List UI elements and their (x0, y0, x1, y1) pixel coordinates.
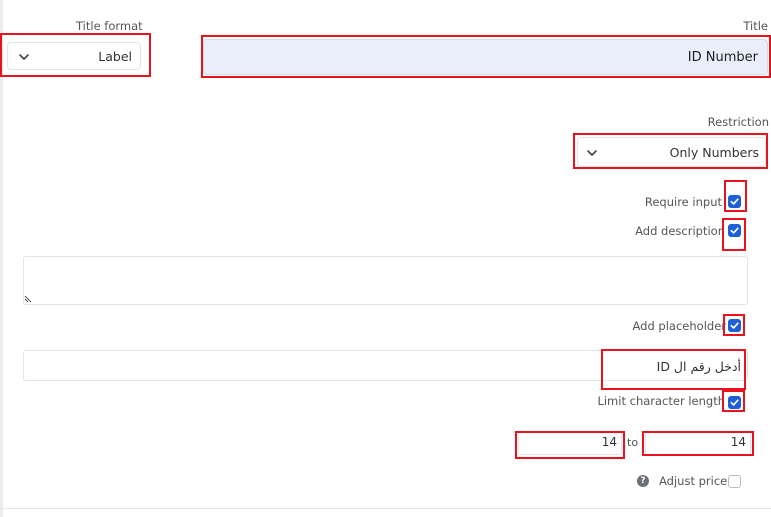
description-textarea[interactable] (23, 256, 748, 305)
adjust-price-checkbox[interactable] (728, 475, 741, 488)
highlight-add-placeholder (723, 314, 745, 336)
highlight-title (201, 35, 771, 78)
highlight-restriction (573, 133, 768, 169)
restriction-label: Restriction (707, 115, 769, 129)
limit-character-length-label: Limit character length (597, 394, 725, 408)
add-placeholder-label: Add placeholder (632, 319, 726, 333)
highlight-require-input (724, 180, 747, 212)
highlight-add-description (722, 218, 746, 251)
highlight-title-format (0, 33, 151, 77)
panel-bottom-divider (0, 508, 771, 509)
highlight-limit-character-length (722, 390, 745, 412)
highlight-placeholder-value (601, 349, 746, 390)
require-input-label: Require input (644, 195, 722, 209)
question-mark-icon[interactable]: ? (637, 475, 649, 487)
title-format-label: Title format (76, 19, 143, 33)
resize-handle-icon[interactable] (24, 295, 33, 304)
title-label: Title (743, 19, 768, 33)
panel-left-border (0, 0, 3, 517)
adjust-price-label: Adjust price (659, 474, 728, 488)
highlight-min-length (515, 431, 625, 459)
range-separator: to (627, 436, 639, 449)
add-description-label: Add description (635, 224, 725, 238)
highlight-max-length (642, 431, 754, 456)
